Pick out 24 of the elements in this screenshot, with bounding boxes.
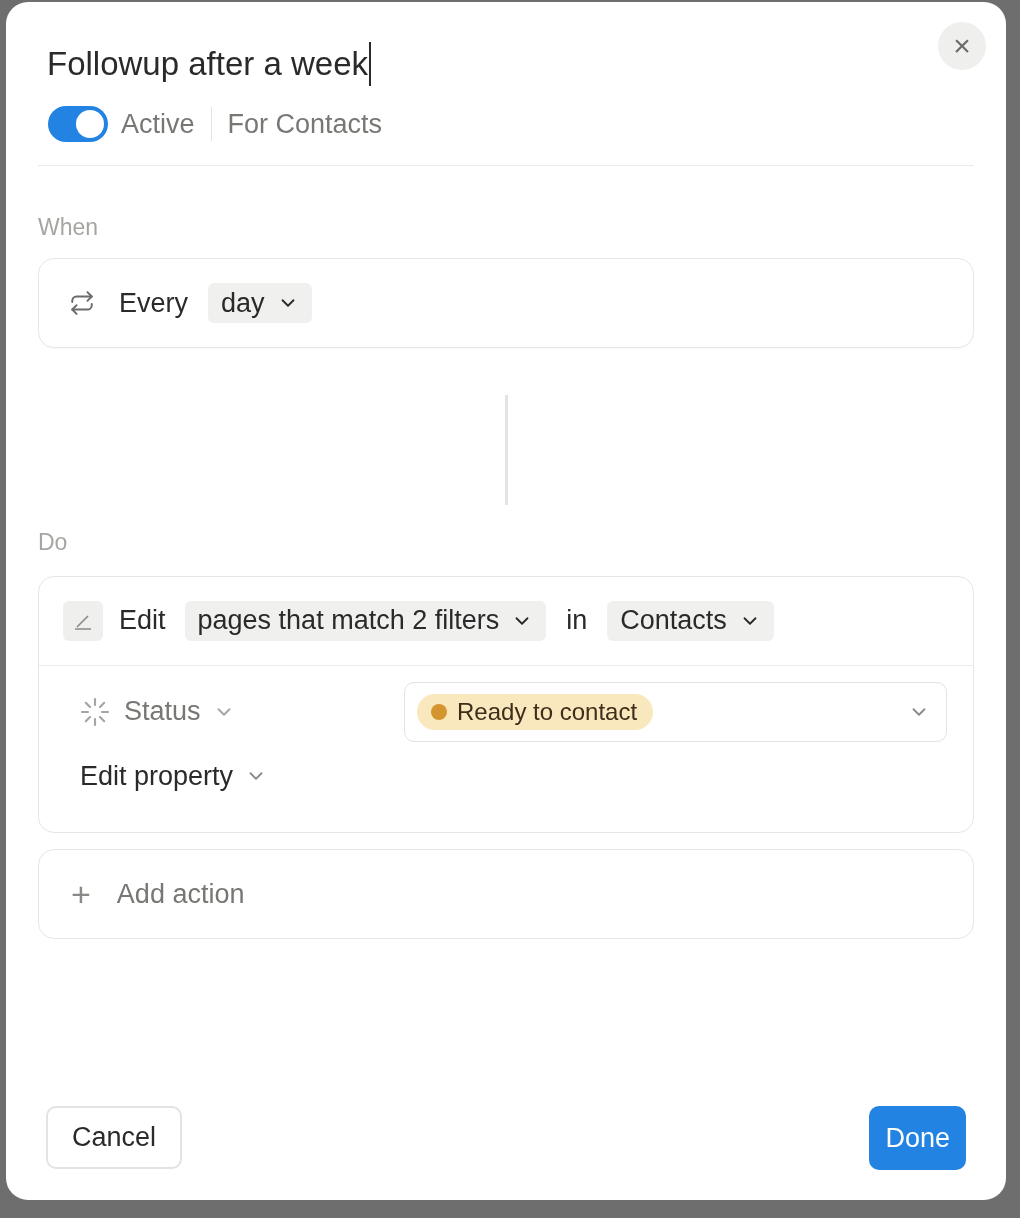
dialog-title[interactable]: Followup after a week xyxy=(47,42,371,86)
edit-property-button[interactable]: Edit property xyxy=(80,755,268,796)
active-label: Active xyxy=(121,108,195,141)
target-dropdown[interactable]: pages that match 2 filters xyxy=(184,600,547,641)
trigger-label: Every xyxy=(119,286,189,320)
active-toggle[interactable] xyxy=(48,106,108,143)
scope-label: For Contacts xyxy=(227,108,383,141)
done-button[interactable]: Done xyxy=(869,1106,966,1170)
status-icon xyxy=(79,695,111,728)
database-dropdown[interactable]: Contacts xyxy=(607,600,774,641)
action-verb: Edit xyxy=(119,604,166,638)
status-tag: Ready to contact xyxy=(417,693,654,730)
edit-icon xyxy=(63,600,103,641)
add-action-button[interactable]: + Add action xyxy=(38,849,974,939)
close-button[interactable]: × xyxy=(938,22,986,70)
repeat-icon xyxy=(69,290,95,316)
plus-icon: + xyxy=(71,868,91,920)
when-heading: When xyxy=(38,212,100,242)
do-heading: Do xyxy=(38,528,69,557)
cancel-button[interactable]: Cancel xyxy=(46,1106,183,1169)
preposition-label: in xyxy=(566,604,588,638)
property-dropdown[interactable]: Status xyxy=(124,691,394,732)
frequency-dropdown[interactable]: day xyxy=(208,283,312,323)
value-select[interactable]: Ready to contact xyxy=(404,681,947,742)
